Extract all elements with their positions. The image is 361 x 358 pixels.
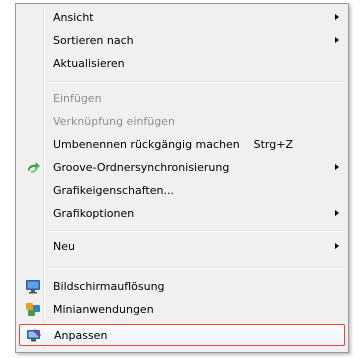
menu-item-label: Grafikoptionen [53,207,135,220]
desktop-context-menu: Ansicht Sortieren nach Aktualisieren Ein… [15,3,349,353]
submenu-arrow-icon [335,37,339,43]
shortcut-label: Strg+Z [253,138,293,151]
submenu-arrow-icon [335,14,339,20]
menu-item-label: Verknüpfung einfügen [53,115,175,128]
menu-item-label: Grafikeigenschaften... [53,184,174,197]
menu-separator [47,230,345,232]
menu-item-label: Sortieren nach [53,34,134,47]
menu-item-sortieren-nach[interactable]: Sortieren nach [19,30,345,51]
menu-item-grafikoptionen[interactable]: Grafikoptionen [19,203,345,224]
menu-item-verknuepfung-einfuegen[interactable]: Verknüpfung einfügen [19,111,345,132]
personalize-icon [26,328,42,343]
menu-item-aktualisieren[interactable]: Aktualisieren [19,53,345,74]
groove-sync-icon [25,160,41,175]
menu-item-label: Bildschirmauflösung [53,280,165,293]
menu-item-einfuegen[interactable]: Einfügen [19,88,345,109]
gadgets-icon [25,302,41,317]
menu-item-label: Aktualisieren [53,57,125,70]
menu-item-label: Einfügen [53,92,102,105]
menu-item-label: Minianwendungen [53,303,154,316]
menu-item-ansicht[interactable]: Ansicht [19,7,345,28]
menu-item-label: Anpassen [54,329,108,342]
menu-item-groove-sync[interactable]: Groove-Ordnersynchronisierung [19,157,345,178]
menu-item-minianwendungen[interactable]: Minianwendungen [19,299,345,320]
menu-item-grafikeigenschaften[interactable]: Grafikeigenschaften... [19,180,345,201]
menu-separator [47,81,345,83]
menu-item-anpassen[interactable]: Anpassen [19,324,345,346]
menu-item-label: Neu [53,240,75,253]
monitor-icon [25,279,41,294]
menu-item-label: Umbenennen rückgängig machen [53,138,240,151]
menu-item-neu[interactable]: Neu [19,236,345,257]
menu-item-label: Groove-Ordnersynchronisierung [53,161,230,174]
menu-item-umbenennen-rueckgaengig[interactable]: Umbenennen rückgängig machen Strg+Z [19,134,345,155]
submenu-arrow-icon [335,210,339,216]
menu-item-bildschirmaufloesung[interactable]: Bildschirmauflösung [19,276,345,297]
submenu-arrow-icon [335,243,339,249]
menu-separator [47,267,345,269]
submenu-arrow-icon [335,164,339,170]
menu-item-label: Ansicht [53,11,94,24]
